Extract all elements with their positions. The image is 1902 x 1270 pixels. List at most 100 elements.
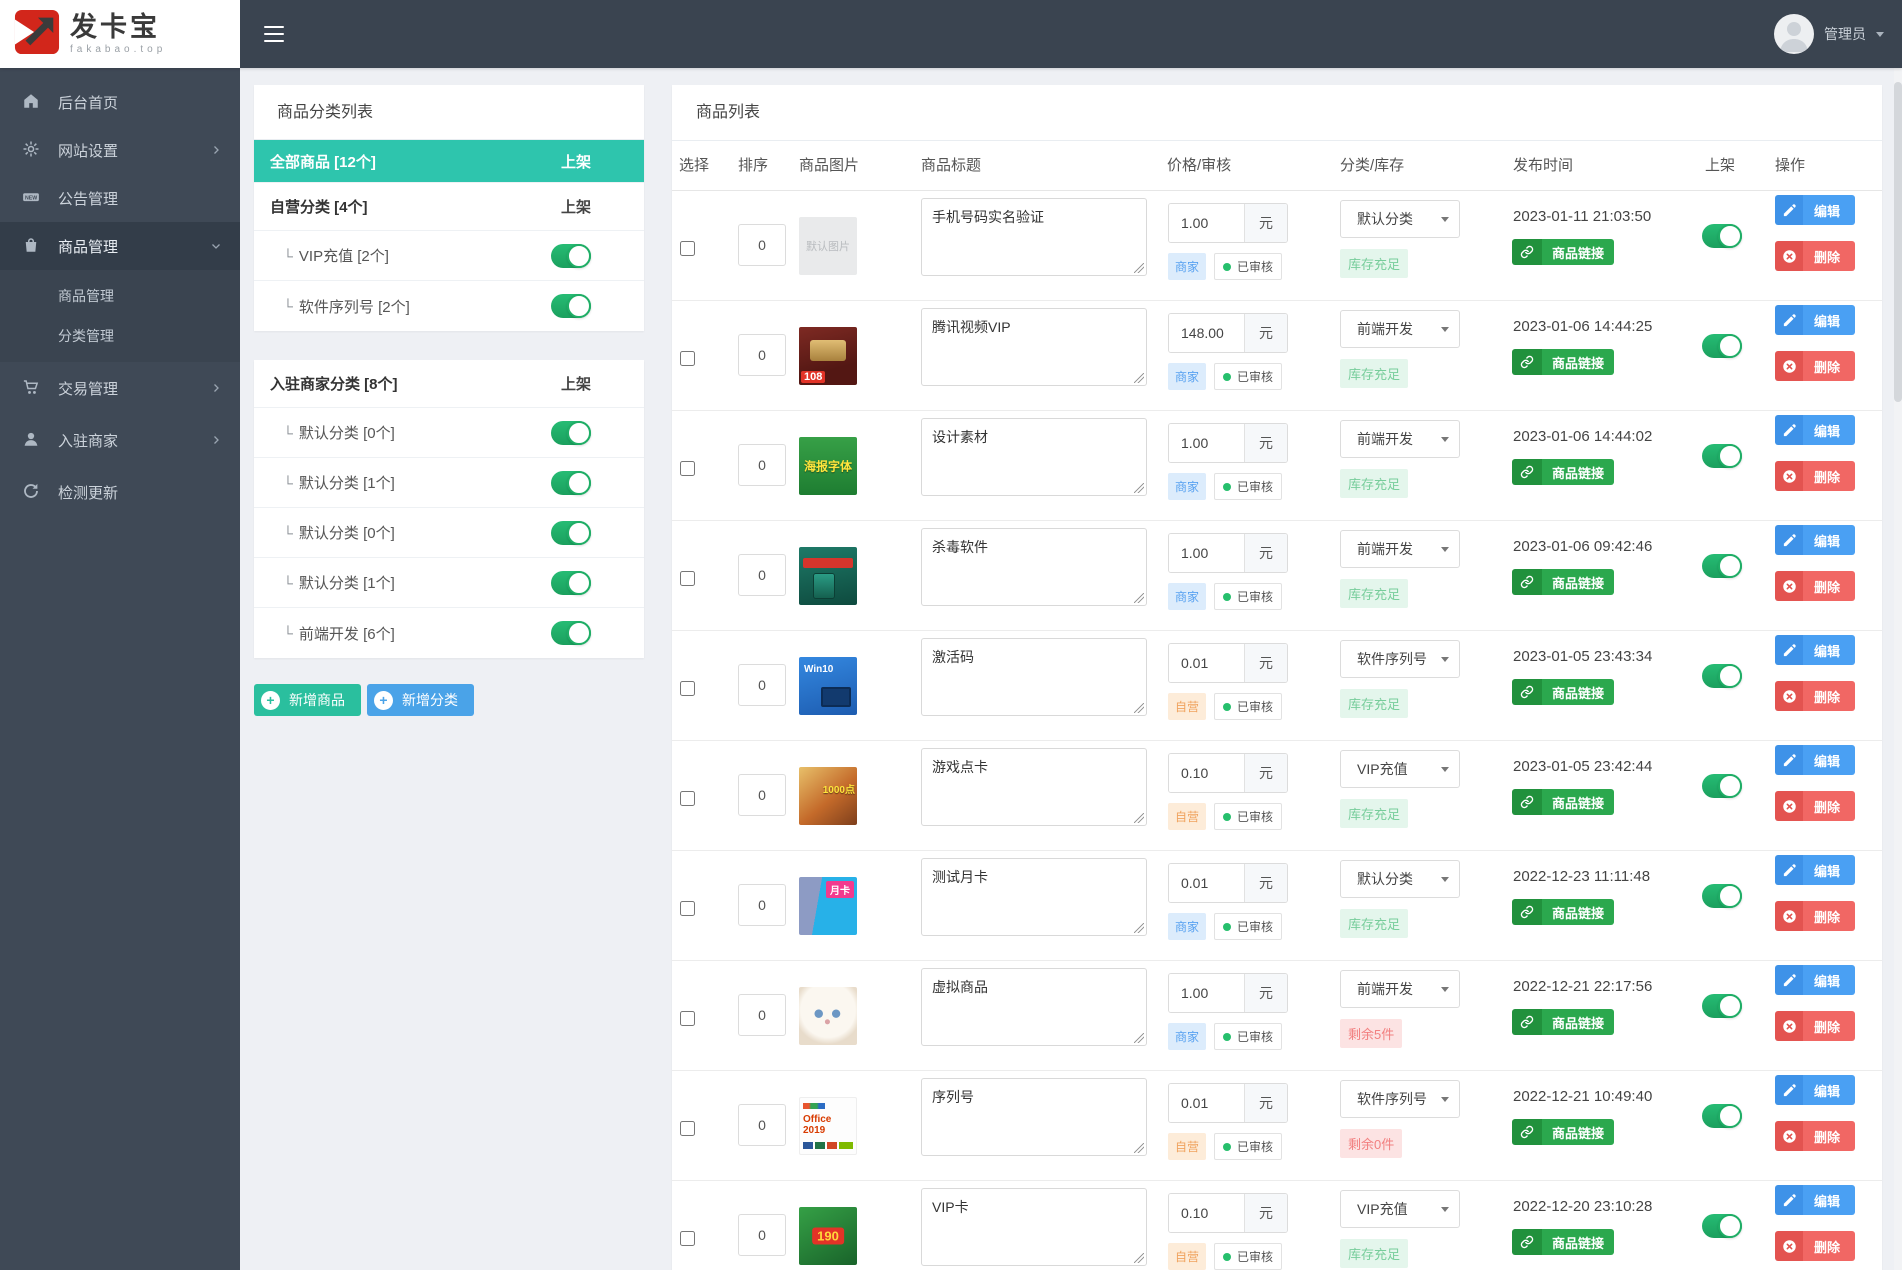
sidebar-item-site-settings[interactable]: 网站设置 xyxy=(0,126,240,174)
edit-button[interactable]: 编辑 xyxy=(1775,1185,1855,1215)
row-select-checkbox[interactable] xyxy=(680,791,695,806)
category-select[interactable]: 默认分类 xyxy=(1340,860,1460,898)
edit-button[interactable]: 编辑 xyxy=(1775,305,1855,335)
title-textarea[interactable] xyxy=(921,198,1147,276)
delete-button[interactable]: 删除 xyxy=(1775,461,1855,491)
on-shelf-toggle[interactable] xyxy=(1702,664,1742,688)
sidebar-item-check-update[interactable]: 检测更新 xyxy=(0,466,240,518)
category-select[interactable]: 默认分类 xyxy=(1340,200,1460,238)
edit-button[interactable]: 编辑 xyxy=(1775,745,1855,775)
category-select[interactable]: 前端开发 xyxy=(1340,530,1460,568)
category-row[interactable]: └ 软件序列号 [2个] xyxy=(254,281,644,331)
price-input[interactable] xyxy=(1169,974,1244,1012)
product-link-button[interactable]: 商品链接 xyxy=(1512,1229,1615,1255)
on-shelf-toggle[interactable] xyxy=(1702,444,1742,468)
on-shelf-toggle[interactable] xyxy=(1702,774,1742,798)
product-link-button[interactable]: 商品链接 xyxy=(1512,349,1615,375)
category-row[interactable]: └ 默认分类 [1个] xyxy=(254,458,644,508)
edit-button[interactable]: 编辑 xyxy=(1775,1075,1855,1105)
product-link-button[interactable]: 商品链接 xyxy=(1512,1009,1615,1035)
title-textarea[interactable] xyxy=(921,638,1147,716)
delete-button[interactable]: 删除 xyxy=(1775,901,1855,931)
on-shelf-toggle[interactable] xyxy=(1702,884,1742,908)
on-shelf-toggle[interactable] xyxy=(1702,224,1742,248)
category-select[interactable]: 软件序列号 xyxy=(1340,640,1460,678)
sidebar-subitem-product-manage[interactable]: 商品管理 xyxy=(0,276,240,316)
price-input[interactable] xyxy=(1169,424,1244,462)
price-input[interactable] xyxy=(1169,644,1244,682)
title-textarea[interactable] xyxy=(921,1078,1147,1156)
edit-button[interactable]: 编辑 xyxy=(1775,855,1855,885)
category-toggle[interactable] xyxy=(551,294,591,318)
sort-input[interactable] xyxy=(738,1104,786,1146)
category-select[interactable]: 软件序列号 xyxy=(1340,1080,1460,1118)
delete-button[interactable]: 删除 xyxy=(1775,681,1855,711)
category-select[interactable]: 前端开发 xyxy=(1340,420,1460,458)
sort-input[interactable] xyxy=(738,884,786,926)
row-select-checkbox[interactable] xyxy=(680,241,695,256)
title-textarea[interactable] xyxy=(921,968,1147,1046)
product-link-button[interactable]: 商品链接 xyxy=(1512,459,1615,485)
category-toggle[interactable] xyxy=(551,243,591,268)
sidebar-item-dashboard[interactable]: 后台首页 xyxy=(0,78,240,126)
sidebar-item-merchants[interactable]: 入驻商家 xyxy=(0,414,240,466)
product-link-button[interactable]: 商品链接 xyxy=(1512,899,1615,925)
category-toggle[interactable] xyxy=(551,621,591,645)
delete-button[interactable]: 删除 xyxy=(1775,571,1855,601)
title-textarea[interactable] xyxy=(921,418,1147,496)
page-scrollbar[interactable] xyxy=(1894,68,1902,1270)
sort-input[interactable] xyxy=(738,994,786,1036)
user-menu[interactable]: 管理员 xyxy=(1774,0,1884,68)
on-shelf-toggle[interactable] xyxy=(1702,334,1742,358)
title-textarea[interactable] xyxy=(921,858,1147,936)
category-row[interactable]: └ 默认分类 [0个] xyxy=(254,408,644,458)
row-select-checkbox[interactable] xyxy=(680,461,695,476)
category-toggle[interactable] xyxy=(551,470,591,495)
sort-input[interactable] xyxy=(738,224,786,266)
row-select-checkbox[interactable] xyxy=(680,351,695,366)
title-textarea[interactable] xyxy=(921,1188,1147,1266)
price-input[interactable] xyxy=(1169,1194,1244,1232)
edit-button[interactable]: 编辑 xyxy=(1775,195,1855,225)
product-link-button[interactable]: 商品链接 xyxy=(1512,569,1615,595)
category-row[interactable]: └ 前端开发 [6个] xyxy=(254,608,644,658)
edit-button[interactable]: 编辑 xyxy=(1775,525,1855,555)
delete-button[interactable]: 删除 xyxy=(1775,1121,1855,1151)
add-product-button[interactable]: + 新增商品 xyxy=(254,684,361,716)
category-row[interactable]: 全部商品 [12个] 上架 xyxy=(254,140,644,183)
delete-button[interactable]: 删除 xyxy=(1775,1231,1855,1261)
category-row[interactable]: └ 默认分类 [1个] xyxy=(254,558,644,608)
edit-button[interactable]: 编辑 xyxy=(1775,415,1855,445)
category-row[interactable]: 自营分类 [4个] 上架 xyxy=(254,183,644,231)
price-input[interactable] xyxy=(1169,1084,1244,1122)
sort-input[interactable] xyxy=(738,334,786,376)
on-shelf-toggle[interactable] xyxy=(1702,994,1742,1018)
edit-button[interactable]: 编辑 xyxy=(1775,965,1855,995)
product-link-button[interactable]: 商品链接 xyxy=(1512,789,1615,815)
delete-button[interactable]: 删除 xyxy=(1775,351,1855,381)
price-input[interactable] xyxy=(1169,864,1244,902)
scrollbar-thumb[interactable] xyxy=(1894,82,1902,402)
title-textarea[interactable] xyxy=(921,528,1147,606)
category-select[interactable]: VIP充值 xyxy=(1340,1190,1460,1228)
price-input[interactable] xyxy=(1169,314,1244,352)
price-input[interactable] xyxy=(1169,754,1244,792)
category-toggle[interactable] xyxy=(551,570,591,595)
price-input[interactable] xyxy=(1169,204,1244,242)
product-link-button[interactable]: 商品链接 xyxy=(1512,1119,1615,1145)
category-toggle[interactable] xyxy=(551,420,591,445)
title-textarea[interactable] xyxy=(921,748,1147,826)
row-select-checkbox[interactable] xyxy=(680,1011,695,1026)
category-row[interactable]: 入驻商家分类 [8个] 上架 xyxy=(254,360,644,408)
title-textarea[interactable] xyxy=(921,308,1147,386)
product-link-button[interactable]: 商品链接 xyxy=(1512,239,1615,265)
row-select-checkbox[interactable] xyxy=(680,1121,695,1136)
delete-button[interactable]: 删除 xyxy=(1775,241,1855,271)
price-input[interactable] xyxy=(1169,534,1244,572)
row-select-checkbox[interactable] xyxy=(680,1231,695,1246)
product-link-button[interactable]: 商品链接 xyxy=(1512,679,1615,705)
row-select-checkbox[interactable] xyxy=(680,681,695,696)
sort-input[interactable] xyxy=(738,444,786,486)
category-toggle[interactable] xyxy=(551,520,591,545)
sidebar-collapse-icon[interactable] xyxy=(264,26,284,42)
